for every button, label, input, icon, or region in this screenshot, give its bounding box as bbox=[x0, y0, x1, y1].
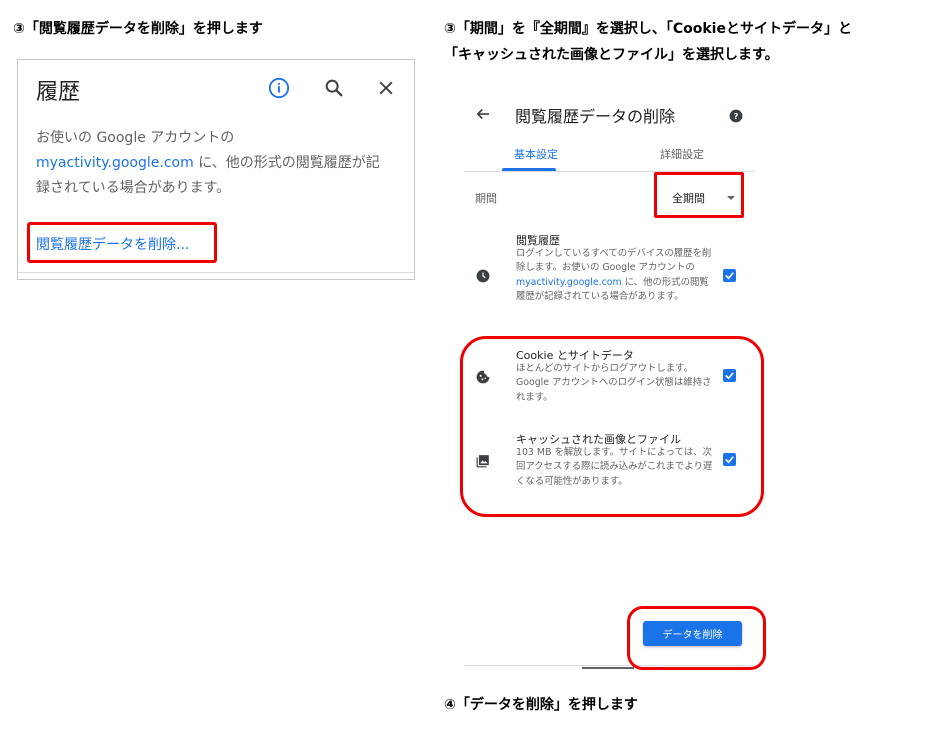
history-body-line1: お使いの Google アカウントの bbox=[36, 130, 235, 146]
help-icon[interactable]: ? bbox=[729, 108, 743, 127]
item-desc-history: ログインしているすべてのデバイスの履歴を削除します。お使いの Google アカ… bbox=[516, 247, 714, 304]
step-caption-right-line1: ③「期間」を『全期間』を選択し、「Cookieとサイトデータ」と bbox=[444, 21, 852, 37]
myactivity-link[interactable]: myactivity.google.com bbox=[516, 277, 622, 288]
history-description: お使いの Google アカウントの myactivity.google.com… bbox=[36, 126, 406, 201]
dialog-title: 閲覧履歴データの削除 bbox=[515, 107, 676, 126]
highlight-selected-items bbox=[460, 336, 764, 517]
history-body-line3: 録されている場合があります。 bbox=[36, 180, 231, 196]
close-icon[interactable] bbox=[374, 76, 398, 100]
back-arrow-icon[interactable] bbox=[474, 105, 492, 127]
highlight-delete-link bbox=[27, 222, 217, 263]
myactivity-link[interactable]: myactivity.google.com bbox=[36, 155, 194, 171]
divider bbox=[18, 272, 414, 273]
clock-icon bbox=[476, 268, 490, 287]
period-label: 期間 bbox=[475, 192, 497, 205]
tab-basic[interactable]: 基本設定 bbox=[514, 146, 558, 162]
checkbox-history[interactable] bbox=[723, 269, 736, 282]
highlight-period bbox=[654, 172, 744, 218]
info-icon[interactable] bbox=[267, 76, 291, 100]
search-icon[interactable] bbox=[322, 76, 346, 100]
highlight-delete-button bbox=[627, 606, 766, 670]
item-desc-text: ログインしているすべてのデバイスの履歴を削除します。お使いの Google アカ… bbox=[516, 248, 712, 274]
step-caption-bottom: ④「データを削除」を押します bbox=[444, 697, 638, 713]
history-body-line2: に、他の形式の閲覧履歴が記 bbox=[193, 155, 380, 171]
history-title: 履歴 bbox=[36, 80, 81, 105]
svg-text:?: ? bbox=[734, 111, 739, 121]
item-title-history: 閲覧履歴 bbox=[516, 234, 560, 247]
checkbox-checked-icon bbox=[725, 272, 734, 280]
scroll-handle bbox=[582, 667, 634, 669]
step-caption-right-line2: 「キャッシュされた画像とファイル」を選択します。 bbox=[444, 47, 779, 63]
tab-advanced[interactable]: 詳細設定 bbox=[660, 146, 704, 162]
step-caption-left: ③「閲覧履歴データを削除」を押します bbox=[13, 21, 263, 37]
